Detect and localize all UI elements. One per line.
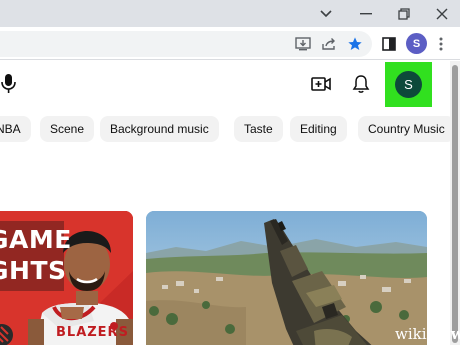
browser-title-bar <box>0 0 460 27</box>
share-icon[interactable] <box>318 33 340 55</box>
close-icon[interactable] <box>422 0 460 27</box>
chip-nba[interactable]: NBA <box>0 116 31 142</box>
notifications-bell-icon[interactable] <box>348 71 374 97</box>
browser-profile-avatar[interactable]: S <box>406 33 427 54</box>
filter-chips: NBA Scene Background music Taste Editing… <box>0 116 460 142</box>
youtube-header: S <box>0 61 450 107</box>
screen: S S NBA Scene Background music Taste Edi… <box>0 0 460 345</box>
tab-search-chevron-icon[interactable] <box>306 0 346 27</box>
chip-scene[interactable]: Scene <box>40 116 95 142</box>
game-scene-image <box>146 211 427 345</box>
scrollbar-thumb[interactable] <box>452 65 458 343</box>
side-panel-icon[interactable] <box>378 33 400 55</box>
install-app-icon[interactable] <box>292 33 314 55</box>
chip-taste[interactable]: Taste <box>234 116 283 142</box>
chip-background-music[interactable]: Background music <box>100 116 219 142</box>
more-menu-icon[interactable] <box>430 33 452 55</box>
page-scrollbar[interactable] <box>450 61 460 345</box>
create-video-icon[interactable] <box>308 71 334 97</box>
chip-editing[interactable]: Editing <box>290 116 347 142</box>
video-thumbnail-basketball[interactable]: GAME GHTS BLAZERS <box>0 211 133 345</box>
thumbnail-title-line-2: GHTS <box>0 256 67 285</box>
microphone-icon[interactable] <box>0 73 18 95</box>
bookmark-star-icon[interactable] <box>344 33 366 55</box>
chip-country-music[interactable]: Country Music <box>358 116 455 142</box>
browser-toolbar <box>0 27 460 60</box>
minimize-icon[interactable] <box>346 0 386 27</box>
restore-icon[interactable] <box>384 0 424 27</box>
video-thumbnail-shooter-game[interactable] <box>146 211 427 345</box>
thumbnail-title-line-1: GAME <box>0 225 72 254</box>
watermark-prefix: wiki <box>395 325 427 343</box>
account-avatar[interactable]: S <box>395 71 422 98</box>
wikihow-watermark: wikiHow <box>395 325 460 343</box>
watermark-suffix: How <box>426 325 460 343</box>
account-avatar-highlight[interactable]: S <box>385 62 432 107</box>
jersey-text: BLAZERS <box>56 325 129 340</box>
address-bar[interactable] <box>0 31 372 57</box>
